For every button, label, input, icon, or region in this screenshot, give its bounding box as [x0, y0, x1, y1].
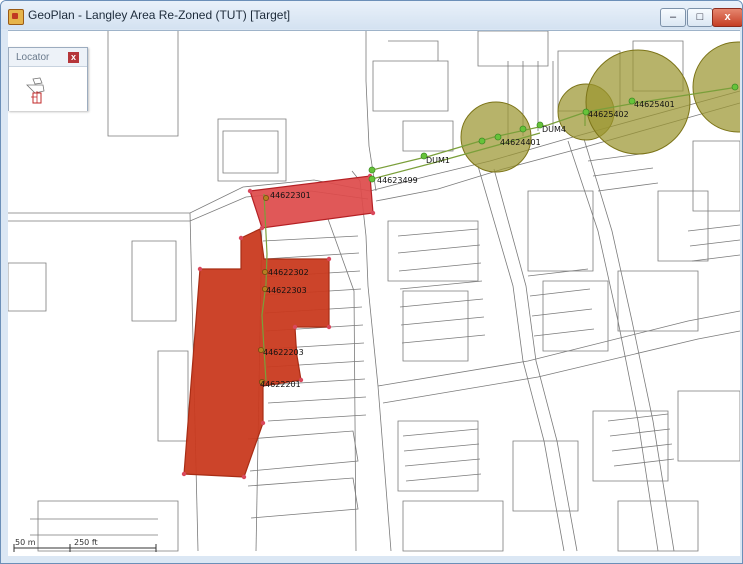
parcel-node-44622301[interactable] [263, 195, 269, 201]
label-44625402: 44625402 [588, 110, 629, 119]
network-circles[interactable] [460, 41, 740, 173]
label-44622302: 44622302 [268, 268, 309, 277]
node-44624401-a[interactable] [478, 137, 486, 145]
map-svg[interactable]: 44622301 44622302 44622303 44622203 4462… [8, 31, 740, 556]
label-44625401: 44625401 [634, 100, 675, 109]
geoplan-app-icon [8, 9, 24, 25]
label-44622301: 44622301 [270, 191, 311, 200]
label-44623499: 44623499 [377, 176, 418, 185]
scale-label-meters: 50 m [15, 538, 36, 547]
geoplan-window: GeoPlan - Langley Area Re-Zoned (TUT) [T… [0, 0, 743, 564]
close-button[interactable]: x [712, 8, 742, 27]
locator-header[interactable]: Locator x [9, 48, 87, 67]
node-44623499-b[interactable] [368, 175, 376, 183]
scale-label-feet: 250 ft [74, 538, 98, 547]
locator-panel[interactable]: Locator x [8, 47, 88, 111]
label-dum4: DUM4 [542, 125, 566, 134]
locator-title: Locator [16, 52, 50, 63]
label-44624401: 44624401 [500, 138, 541, 147]
label-44622203: 44622203 [263, 348, 304, 357]
title-bar[interactable]: GeoPlan - Langley Area Re-Zoned (TUT) [T… [1, 1, 742, 29]
node-east[interactable] [731, 83, 739, 91]
map-canvas[interactable]: 44622301 44622302 44622303 44622203 4462… [8, 30, 740, 556]
zone-parcel-44622302-group[interactable] [183, 228, 330, 478]
parcel-node-44622302[interactable] [262, 269, 268, 275]
node-44624401-c[interactable] [519, 125, 527, 133]
label-44622201: 44622201 [260, 380, 301, 389]
node-44623499[interactable] [368, 166, 376, 174]
locator-close-button[interactable]: x [68, 52, 79, 63]
maximize-button[interactable]: □ [687, 8, 713, 27]
minimize-button[interactable]: – [660, 8, 686, 27]
locator-overview[interactable] [9, 67, 87, 111]
label-44622303: 44622303 [266, 286, 307, 295]
label-dum1: DUM1 [426, 156, 450, 165]
window-title: GeoPlan - Langley Area Re-Zoned (TUT) [T… [28, 8, 291, 22]
zone-parcel-44622301[interactable] [249, 175, 374, 229]
